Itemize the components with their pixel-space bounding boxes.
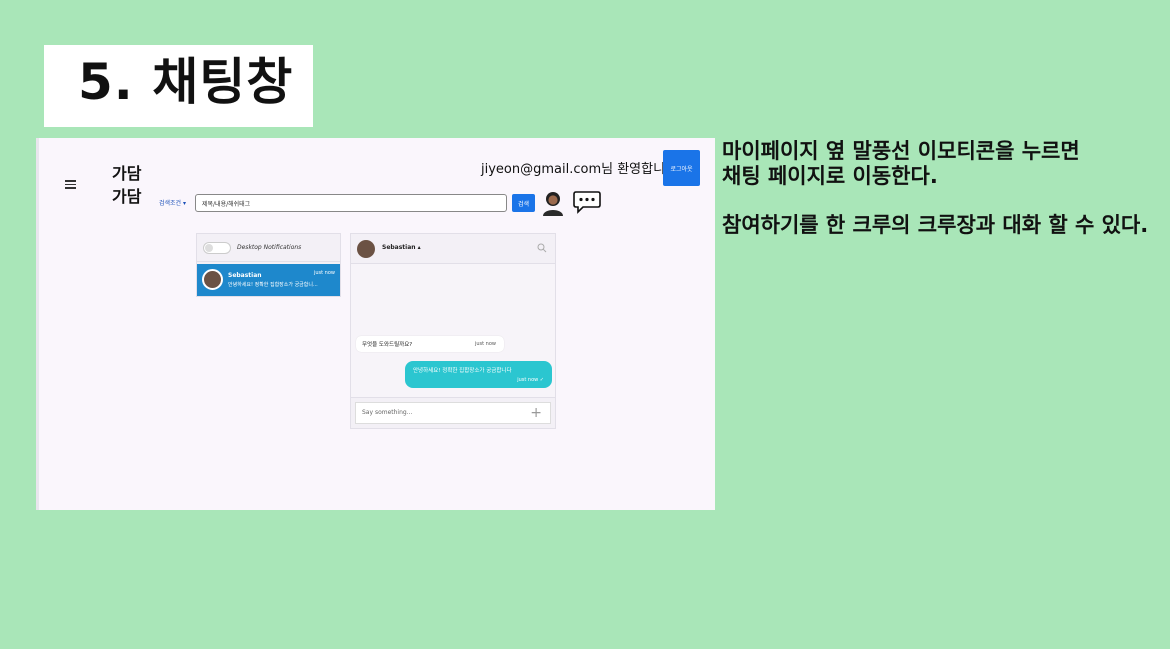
- contact-preview: 안녕하세요! 정확한 집합장소가 궁금합니...: [228, 282, 318, 288]
- app-logo[interactable]: 가담 가담: [112, 162, 141, 208]
- contacts-panel: Desktop Notifications Sebastian 안녕하세요! 정…: [196, 233, 341, 297]
- plus-icon[interactable]: +: [530, 405, 542, 421]
- slide-title: 5. 채팅창: [78, 53, 294, 111]
- search-condition-dropdown[interactable]: 검색조건 ▾: [159, 198, 186, 207]
- caption-line-2: 채팅 페이지로 이동한다.: [722, 164, 938, 188]
- message-input-placeholder: Say something...: [362, 409, 413, 416]
- notifications-label: Desktop Notifications: [237, 244, 302, 251]
- message-text: 안녕하세요! 정확한 집합장소가 궁금합니다: [413, 368, 512, 374]
- logo-line-1: 가담: [112, 164, 142, 183]
- chat-input-bar: Say something... +: [351, 397, 555, 428]
- search-icon[interactable]: [537, 243, 547, 253]
- incoming-message: 무엇을 도와드릴까요? just now: [356, 336, 504, 352]
- avatar: [202, 269, 223, 290]
- logout-button[interactable]: 로그아웃: [663, 150, 700, 186]
- chat-header-name[interactable]: Sebastian ▴: [382, 244, 421, 251]
- caption-line-3: 참여하기를 한 크루의 크루장과 대화 할 수 있다.: [722, 213, 1149, 237]
- message-input[interactable]: Say something... +: [355, 402, 551, 424]
- user-icon[interactable]: [541, 190, 565, 216]
- message-time: just now ✓: [517, 377, 544, 383]
- caption-line-1: 마이페이지 옆 말풍선 이모티콘을 누르면: [722, 139, 1080, 163]
- message-text: 무엇을 도와드릴까요?: [362, 342, 413, 348]
- speech-bubble-icon[interactable]: [573, 190, 601, 214]
- contact-name: Sebastian: [228, 272, 262, 279]
- message-time: just now: [474, 341, 496, 347]
- notifications-row: Desktop Notifications: [197, 234, 340, 262]
- search-input[interactable]: 제목/내용/해쉬태그: [195, 194, 507, 212]
- notifications-toggle[interactable]: [203, 241, 231, 254]
- chat-header: Sebastian ▴: [351, 234, 555, 264]
- search-button[interactable]: 검색: [512, 194, 535, 212]
- contact-item[interactable]: Sebastian 안녕하세요! 정확한 집합장소가 궁금합니... just …: [197, 264, 340, 296]
- welcome-text: jiyeon@gmail.com님 환영합니다!: [481, 162, 683, 177]
- menu-icon[interactable]: [65, 180, 76, 189]
- outgoing-message: 안녕하세요! 정확한 집합장소가 궁금합니다 just now ✓: [405, 361, 552, 388]
- avatar: [357, 240, 375, 258]
- chat-panel: Sebastian ▴ 무엇을 도와드릴까요? just now 안녕하세요! …: [350, 233, 556, 429]
- contact-time: just now: [313, 270, 335, 276]
- logo-line-2: 가담: [112, 187, 142, 206]
- app-screenshot: 가담 가담 jiyeon@gmail.com님 환영합니다! 로그아웃 검색조건…: [36, 138, 715, 510]
